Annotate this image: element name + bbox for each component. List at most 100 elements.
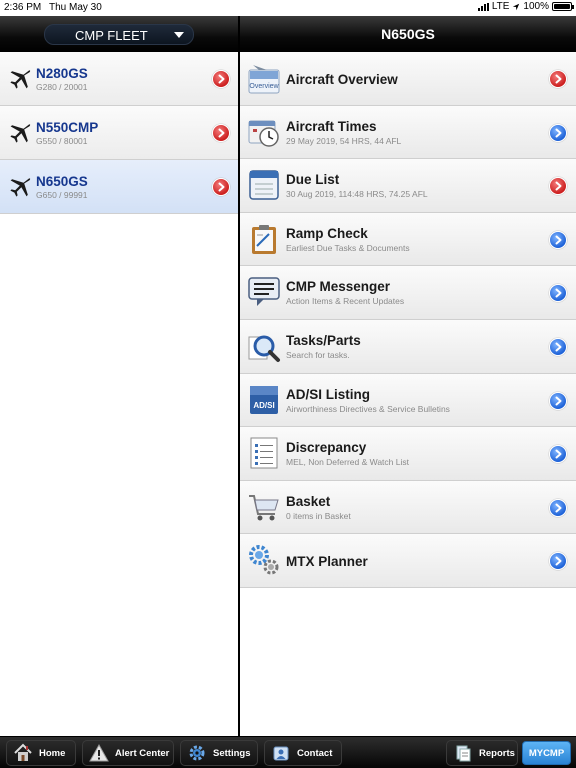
overview-icon-text: Overview [249, 83, 279, 90]
aircraft-registration: N550CMP [36, 120, 99, 135]
aircraft-list: N280GS G280 / 20001 N550CMP G550 / 80001 N65… [0, 52, 238, 736]
magnifier-icon [247, 329, 281, 363]
chevron-right-icon[interactable] [549, 498, 567, 517]
due-list-icon [247, 168, 281, 202]
menu-item-aircraft-overview[interactable]: Overview Aircraft Overview [240, 52, 576, 106]
menu-item-due-list[interactable]: Due List 30 Aug 2019, 114:48 HRS, 74.25 A… [240, 159, 576, 213]
menu-item-title: Discrepancy [286, 440, 367, 456]
message-icon [247, 275, 281, 309]
menu-item-subtitle: MEL, Non Deferred & Watch List [286, 457, 409, 468]
menu-item-title: Aircraft Times [286, 118, 377, 134]
airplane-icon [8, 176, 32, 198]
chevron-right-icon[interactable] [549, 391, 567, 410]
home-button[interactable]: Home [6, 740, 76, 766]
menu-item-title: Basket [286, 493, 331, 509]
aircraft-overview-icon: Overview [247, 61, 281, 95]
home-label: Home [39, 747, 66, 759]
menu-item-title: MTX Planner [286, 554, 368, 570]
warning-icon [89, 743, 109, 762]
chevron-right-icon[interactable] [212, 70, 230, 88]
status-time: 2:36 PM [4, 2, 42, 13]
detail-title: N650GS [381, 26, 435, 42]
chevron-right-icon[interactable] [212, 124, 230, 142]
chevron-right-icon[interactable] [549, 552, 567, 571]
settings-label: Settings [213, 747, 251, 759]
menu-item-subtitle: Action Items & Recent Updates [286, 296, 405, 307]
menu-item-title: Tasks/Parts [286, 332, 361, 348]
fleet-header: CMP FLEET [0, 16, 239, 52]
menu-item-tasks-parts[interactable]: Tasks/Parts Search for tasks. [240, 319, 576, 374]
contact-button[interactable]: Contact [264, 740, 342, 766]
mycmp-button[interactable]: MYCMP [522, 741, 571, 765]
menu-item-subtitle: Earliest Due Tasks & Documents [286, 242, 410, 253]
status-bar: 2:36 PM Thu May 30 LTE 100% [0, 0, 576, 16]
aircraft-registration: N280GS [36, 66, 88, 81]
aircraft-row[interactable]: N280GS G280 / 20001 [0, 52, 238, 106]
cart-icon [247, 490, 281, 524]
menu-item-subtitle: 0 items in Basket [286, 510, 351, 521]
aircraft-row[interactable]: N650GS G650 / 99991 [0, 160, 238, 214]
reports-label: Reports [479, 747, 515, 759]
menu-item-subtitle: Search for tasks. [286, 349, 350, 360]
chevron-right-icon[interactable] [212, 178, 230, 196]
menu-item-title: AD/SI Listing [286, 386, 370, 402]
alert-center-label: Alert Center [115, 747, 170, 759]
aircraft-times-icon [247, 115, 281, 149]
aircraft-row[interactable]: N550CMP G550 / 80001 [0, 106, 238, 160]
clipboard-icon [247, 222, 281, 256]
battery-percent: 100% [523, 1, 549, 12]
menu-item-title: CMP Messenger [286, 279, 391, 295]
aircraft-menu: Overview Aircraft Overview Aircraft Times 2… [240, 52, 576, 736]
menu-item-subtitle: 29 May 2019, 54 HRS, 44 AFL [286, 135, 402, 146]
menu-item-subtitle: Airworthiness Directives & Service Bulle… [286, 403, 450, 414]
menu-item-mtx-planner[interactable]: MTX Planner [240, 534, 576, 588]
chevron-right-icon[interactable] [549, 445, 567, 464]
reports-icon [456, 745, 471, 762]
adsi-binder-icon: AD/SI [247, 383, 281, 417]
menu-item-ad-si-listing[interactable]: AD/SI AD/SI Listing Airworthiness Directiv… [240, 373, 576, 428]
chevron-right-icon[interactable] [549, 123, 567, 142]
status-right: LTE 100% [477, 1, 574, 12]
fleet-selector-label: CMP FLEET [75, 28, 148, 43]
aircraft-model-serial: G280 / 20001 [36, 82, 88, 92]
bottom-toolbar: Home Alert Center Settings Contact Repor… [0, 736, 576, 768]
gears-icon [247, 543, 281, 577]
chevron-right-icon[interactable] [549, 230, 567, 249]
mycmp-label: MYCMP [528, 747, 565, 759]
alert-center-button[interactable]: Alert Center [82, 740, 174, 766]
menu-item-basket[interactable]: Basket 0 items in Basket [240, 480, 576, 535]
chevron-right-icon[interactable] [549, 70, 567, 88]
signal-icon [477, 2, 489, 11]
menu-item-subtitle: 30 Aug 2019, 114:48 HRS, 74.25 AFL [286, 189, 428, 200]
detail-header: N650GS [240, 16, 576, 52]
airplane-icon [8, 68, 32, 90]
chevron-right-icon[interactable] [549, 177, 567, 196]
fleet-selector[interactable]: CMP FLEET [44, 24, 194, 45]
location-arrow-icon [513, 3, 520, 10]
settings-button[interactable]: Settings [180, 740, 258, 766]
contact-icon [273, 746, 289, 761]
home-icon [14, 743, 32, 761]
menu-item-aircraft-times[interactable]: Aircraft Times 29 May 2019, 54 HRS, 44 AF… [240, 105, 576, 160]
aircraft-model-serial: G550 / 80001 [36, 136, 88, 146]
aircraft-model-serial: G650 / 99991 [36, 190, 88, 200]
menu-item-ramp-check[interactable]: Ramp Check Earliest Due Tasks & Documents [240, 212, 576, 267]
chevron-right-icon[interactable] [549, 337, 567, 356]
list-icon [247, 436, 281, 470]
airplane-icon [8, 122, 32, 144]
adsi-icon-text: AD/SI [253, 401, 274, 410]
battery-icon [552, 2, 574, 11]
status-date: Thu May 30 [49, 2, 102, 13]
chevron-right-icon[interactable] [549, 284, 567, 303]
contact-label: Contact [297, 747, 333, 759]
reports-button[interactable]: Reports [446, 740, 518, 766]
menu-item-title: Ramp Check [286, 225, 368, 241]
menu-item-title: Aircraft Overview [286, 72, 398, 87]
menu-item-title: Due List [286, 172, 340, 188]
battery-fill [554, 4, 570, 9]
menu-item-discrepancy[interactable]: Discrepancy MEL, Non Deferred & Watch Lis… [240, 427, 576, 481]
menu-item-cmp-messenger[interactable]: CMP Messenger Action Items & Recent Updat… [240, 266, 576, 320]
dropdown-caret-icon [174, 32, 184, 38]
gear-icon [189, 745, 205, 761]
aircraft-registration: N650GS [36, 174, 88, 189]
